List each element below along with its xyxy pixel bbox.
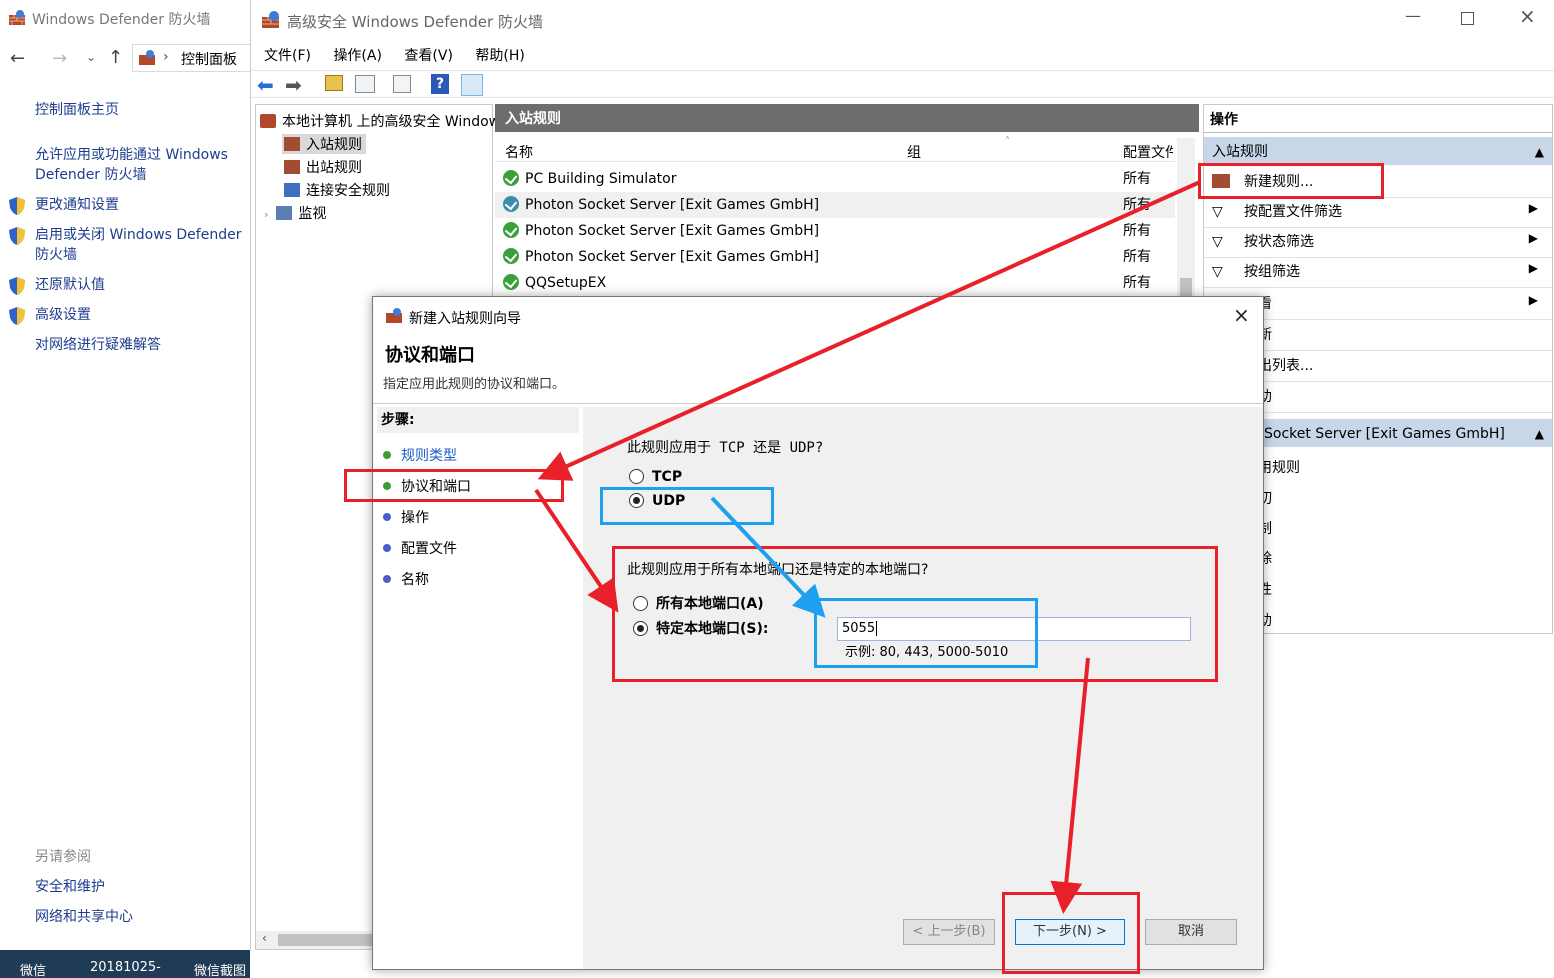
annotation-arrow-blue <box>710 496 826 618</box>
annotation-arrow-red <box>1050 657 1090 914</box>
annotation-arrows <box>534 180 1201 914</box>
annotation-arrow-red <box>537 180 1201 481</box>
annotation-arrow-red <box>534 488 619 613</box>
